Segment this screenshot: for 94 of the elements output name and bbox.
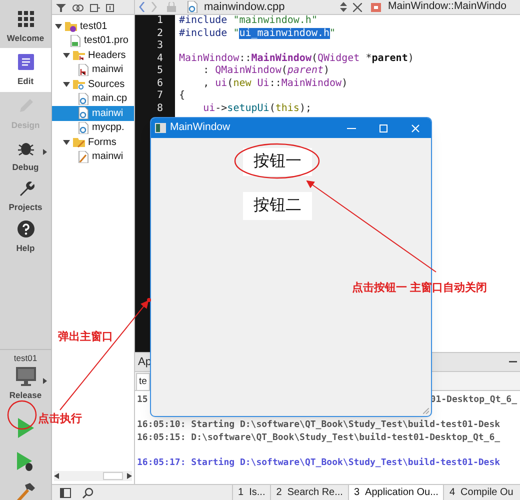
code-line: , ui(new Ui::MainWindow) bbox=[202, 78, 349, 90]
code-line: #include "ui_mainwindow.h" bbox=[179, 28, 337, 40]
forward-icon bbox=[151, 2, 157, 12]
window-title: MainWindow bbox=[170, 120, 232, 136]
app-icon bbox=[155, 123, 166, 133]
tree-item[interactable]: test01.pro bbox=[52, 34, 134, 48]
line-number: 4 bbox=[156, 52, 163, 65]
sidebar-toggle-button[interactable] bbox=[58, 486, 72, 499]
output-pane-tab[interactable]: 1 Is... bbox=[232, 485, 270, 500]
link-icon bbox=[72, 4, 84, 12]
output-line: 16:05:10: Starting D:\software\QT_Book\Study_Test\build-test01-Desk bbox=[137, 418, 502, 432]
output-line: 16:05:15: D:\software\QT_Book\Study_Test\build-test01-Desktop_Qt_6_ bbox=[137, 432, 502, 445]
source-file-icon bbox=[186, 1, 198, 13]
folder-icon bbox=[73, 78, 85, 90]
play-bug-icon bbox=[16, 452, 34, 472]
project-folder-icon bbox=[65, 20, 77, 32]
filter-icon bbox=[56, 4, 66, 12]
code-line: MainWindow::MainWindow(QWidget *parent) bbox=[179, 52, 415, 65]
split-icon bbox=[90, 4, 100, 12]
mode-button[interactable]: Debug bbox=[0, 136, 51, 176]
source-file-icon bbox=[77, 107, 89, 120]
output-pane-tab[interactable]: 3 Application Ou... bbox=[348, 485, 444, 500]
line-number: 5 bbox=[156, 65, 163, 78]
minimize-icon bbox=[509, 361, 517, 363]
document-icon bbox=[16, 52, 34, 71]
push-button[interactable]: 按钮一 bbox=[243, 148, 312, 176]
back-icon bbox=[139, 2, 145, 12]
annotation-text: 点击执行 bbox=[38, 412, 82, 427]
output-line: 16:05:17: Starting D:\software\QT_Book\Study_Test\build-test01-Desk bbox=[137, 456, 502, 470]
source-file-icon bbox=[77, 122, 89, 134]
tree-item[interactable]: mainwi bbox=[52, 62, 134, 77]
highlight-circle bbox=[7, 400, 37, 430]
tree-item[interactable]: Forms bbox=[52, 135, 134, 150]
tree-item[interactable]: Headers bbox=[52, 48, 134, 62]
symbol-name[interactable]: MainWindow::MainWindo bbox=[388, 0, 506, 14]
help-icon bbox=[16, 220, 34, 238]
folder-icon bbox=[73, 49, 85, 62]
code-line: { bbox=[179, 90, 186, 102]
expand-arrow-icon bbox=[43, 378, 47, 384]
project-file-icon bbox=[69, 34, 81, 47]
spinner-icon bbox=[340, 2, 347, 12]
file-name[interactable]: mainwindow.cpp bbox=[204, 0, 334, 14]
line-number: 6 bbox=[156, 78, 163, 90]
mode-button[interactable]: Help bbox=[0, 216, 51, 258]
right-arrow-icon bbox=[127, 473, 132, 479]
run-button[interactable] bbox=[18, 418, 34, 438]
output-tab[interactable]: te bbox=[136, 373, 150, 390]
expand-arrow-icon bbox=[43, 149, 47, 155]
tree-item[interactable]: mycpp. bbox=[52, 120, 134, 135]
line-number: 3 bbox=[156, 40, 163, 52]
collapse-arrow-icon bbox=[55, 22, 62, 30]
output-line: 15 bbox=[137, 394, 148, 407]
build-button[interactable] bbox=[16, 482, 36, 500]
folder-icon bbox=[73, 136, 85, 148]
annotation-text: 弹出主窗口 bbox=[58, 330, 113, 345]
hammer-icon bbox=[16, 482, 36, 500]
tree-item[interactable]: test01 bbox=[52, 19, 134, 34]
tree-item[interactable]: mainwi bbox=[52, 106, 134, 120]
tree-item[interactable]: mainwi bbox=[52, 150, 134, 164]
kit-selector[interactable]: Release bbox=[0, 366, 51, 402]
line-number: 1 bbox=[156, 15, 163, 28]
mode-button[interactable]: Edit bbox=[0, 48, 51, 92]
class-icon bbox=[370, 1, 382, 13]
code-line: #include "mainwindow.h" bbox=[179, 15, 318, 28]
collapse-arrow-icon bbox=[63, 80, 70, 88]
push-button[interactable]: 按钮二 bbox=[243, 192, 312, 220]
form-file-icon bbox=[77, 150, 89, 163]
line-number: 8 bbox=[156, 102, 163, 115]
mode-button[interactable]: Projects bbox=[0, 176, 51, 216]
header-file-icon bbox=[77, 64, 89, 76]
collapse-arrow-icon bbox=[63, 138, 70, 146]
tree-item[interactable]: Sources bbox=[52, 77, 134, 92]
line-number: 2 bbox=[156, 28, 163, 40]
search-icon bbox=[82, 486, 94, 498]
collapse-arrow-icon bbox=[63, 52, 70, 59]
code-line: ui->setupUi(this); bbox=[202, 102, 312, 115]
grid-icon bbox=[16, 10, 34, 28]
monitor-icon bbox=[14, 366, 36, 386]
lock-icon bbox=[167, 2, 176, 12]
output-line: 01-Desktop_Qt_6_ bbox=[430, 394, 517, 407]
debug-run-button[interactable] bbox=[16, 452, 34, 472]
code-line: : QMainWindow(parent) bbox=[202, 65, 331, 78]
mode-button[interactable]: Welcome bbox=[0, 6, 51, 48]
tree-item[interactable]: main.cp bbox=[52, 92, 134, 106]
source-file-icon bbox=[77, 92, 89, 105]
maximize-icon bbox=[378, 124, 388, 132]
project-name: test01 bbox=[14, 352, 38, 364]
sidebar-icon bbox=[60, 488, 70, 498]
output-pane-tab[interactable]: 4 Compile Ou bbox=[443, 485, 518, 500]
resize-grip-icon bbox=[423, 408, 429, 414]
line-number: 7 bbox=[156, 90, 163, 102]
scrollbar[interactable] bbox=[54, 471, 132, 481]
play-icon bbox=[18, 418, 34, 438]
left-arrow-icon bbox=[54, 473, 59, 479]
